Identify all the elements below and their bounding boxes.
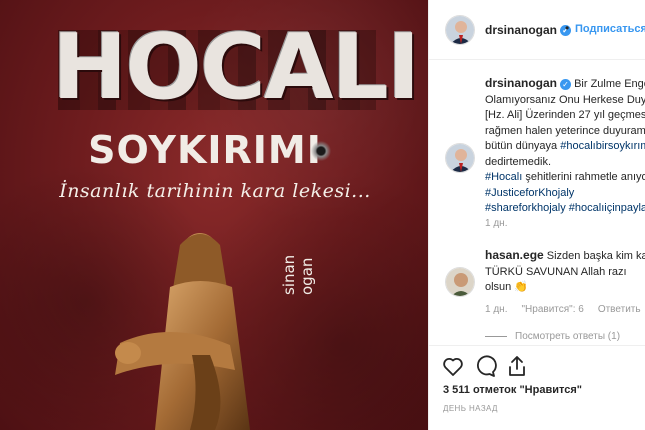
image-tagline: İnsanlık tarihinin kara lekesi... — [59, 180, 371, 202]
avatar-image — [446, 144, 474, 172]
comment-text: hasan.ege Sizden başka kim kald TÜRKÜ SA… — [485, 248, 645, 296]
comment-username[interactable]: hasan.ege — [485, 248, 544, 262]
separator-dot: • — [565, 21, 570, 35]
avatar-image — [446, 268, 474, 296]
instagram-post-page: HOCALI SOYKIRIMI İnsanlık tarihinin kara… — [0, 0, 645, 430]
comment-meta: 1 дн. "Нравится": 6 Ответить — [485, 304, 645, 315]
avatar-image — [446, 16, 474, 44]
share-icon[interactable] — [505, 354, 529, 378]
hashtag-link[interactable]: #hocalıbirsoykırım — [560, 140, 645, 152]
heart-icon[interactable] — [441, 354, 465, 378]
hashtag-link[interactable]: #Hocalı — [485, 171, 522, 183]
hashtag-link[interactable]: #hocalıiçinpaylaş — [569, 202, 645, 214]
bullet-hole-graphic — [310, 140, 332, 162]
comment-likes[interactable]: "Нравится": 6 — [521, 304, 583, 315]
caption-line: bütün dünyaya — [485, 140, 558, 152]
posted-time[interactable]: ДЕНЬ НАЗАД — [443, 404, 498, 413]
view-replies-button[interactable]: Посмотреть ответы (1) — [485, 331, 620, 342]
post-image[interactable]: HOCALI SOYKIRIMI İnsanlık tarihinin kara… — [0, 0, 428, 430]
hashtag-link[interactable]: #shareforkhojaly — [485, 202, 566, 214]
post-caption: drsinanogan ✓ Bir Zulme Engel Olamıyorsan… — [485, 76, 645, 217]
comment-line: Sizden başka kim kald — [546, 250, 645, 262]
caption-line: Bir Zulme Engel — [574, 78, 645, 90]
comment-line: olsun 👏 — [485, 281, 529, 293]
avatar[interactable] — [445, 15, 475, 45]
post-header: drsinanogan ✓ • Подписаться — [429, 0, 645, 60]
comment-line: TÜRKÜ SAVUNAN Allah razı — [485, 265, 627, 278]
follow-button[interactable]: Подписаться — [575, 23, 645, 35]
verified-icon: ✓ — [560, 78, 572, 90]
hashtag-link[interactable]: #JusticeforKhojaly — [485, 186, 645, 202]
header-username-text[interactable]: drsinanogan — [485, 23, 557, 37]
header-username[interactable]: drsinanogan ✓ — [485, 23, 572, 37]
caption-line: Olamıyorsanız Onu Herkese Duyu — [485, 93, 645, 106]
comment-time[interactable]: 1 дн. — [485, 304, 507, 315]
caption-username[interactable]: drsinanogan — [485, 76, 557, 90]
reply-button[interactable]: Ответить — [598, 304, 641, 315]
caption-line: şehitlerini rahmetle anıyo — [525, 171, 645, 183]
caption-line: [Hz. Ali] Üzerinden 27 yıl geçmes — [485, 109, 645, 121]
post-sidebar: drsinanogan ✓ • Подписаться drsinanogan ✓ … — [428, 0, 645, 430]
caption-line: rağmen halen yeterince duyuram — [485, 124, 645, 137]
image-title: HOCALI — [52, 15, 420, 120]
caption-line: dedirtemedik. — [485, 155, 552, 168]
image-subtitle: SOYKIRIMI — [88, 128, 322, 172]
author-signature: sinan ogan — [280, 254, 316, 295]
statue-illustration — [115, 233, 250, 430]
commenter-avatar[interactable] — [445, 267, 475, 297]
likes-count[interactable]: 3 511 отметок "Нравится" — [443, 384, 582, 396]
comment-icon[interactable] — [473, 354, 497, 378]
caption-avatar[interactable] — [445, 143, 475, 173]
caption-time[interactable]: 1 дн. — [485, 218, 507, 229]
post-actions: 3 511 отметок "Нравится" ДЕНЬ НАЗАД — [429, 345, 645, 430]
comments-section[interactable]: drsinanogan ✓ Bir Zulme Engel Olamıyorsan… — [429, 60, 645, 345]
